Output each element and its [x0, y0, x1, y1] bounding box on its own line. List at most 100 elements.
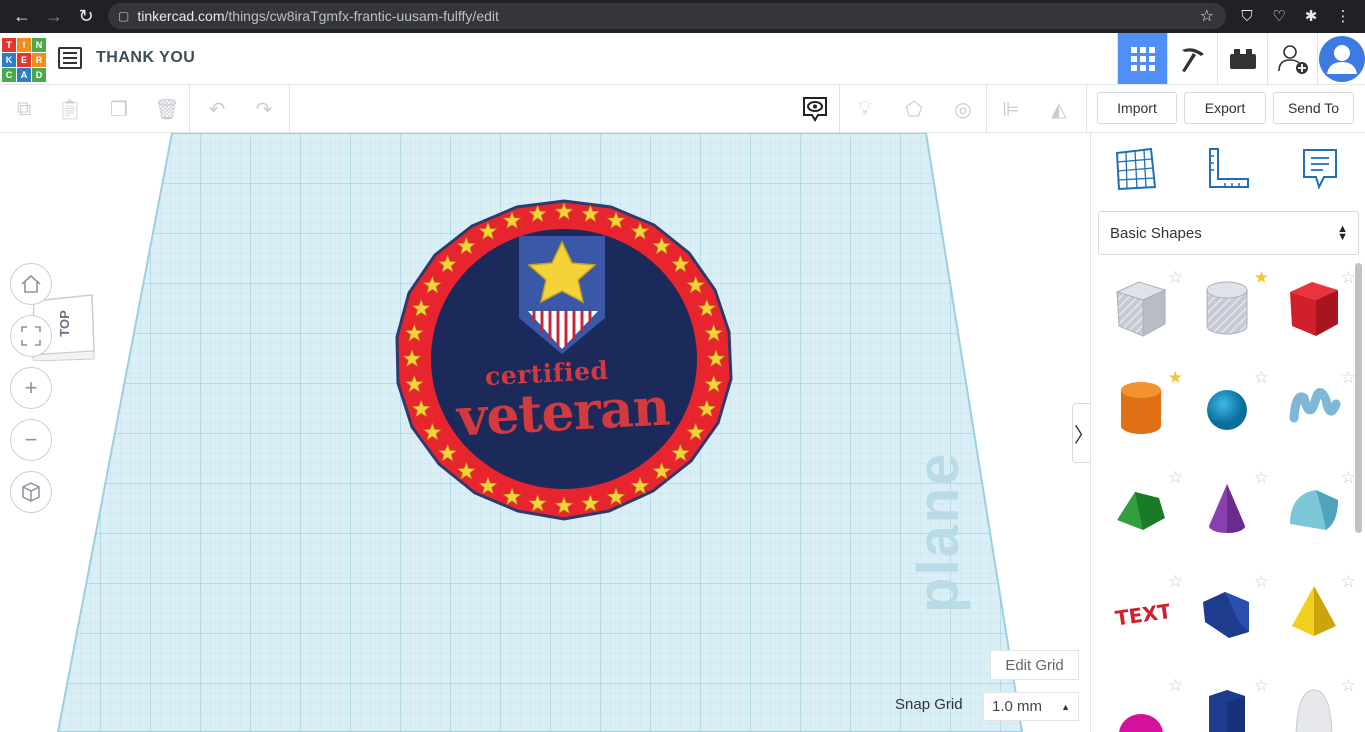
- url-path: /things/cw8iraTgmfx-frantic-uusam-fulffy…: [224, 8, 499, 24]
- workplane-tool-button[interactable]: [1113, 147, 1157, 191]
- ring-star: [411, 399, 431, 418]
- logo-letter: C: [2, 68, 16, 82]
- shape-text[interactable]: TEXT ☆: [1113, 572, 1183, 662]
- tinkercad-logo[interactable]: T I N K E R C A D: [2, 38, 46, 82]
- text-icon: TEXT: [1113, 582, 1174, 647]
- ruler-tool-button[interactable]: [1206, 147, 1250, 191]
- ring-star: [697, 399, 717, 418]
- cone-icon: [1199, 478, 1255, 543]
- notes-tool-button[interactable]: [1298, 147, 1342, 191]
- shape-category-select[interactable]: Basic Shapes ▲ ▼: [1098, 211, 1359, 255]
- logo-letter: A: [17, 68, 31, 82]
- export-button[interactable]: Export: [1184, 92, 1266, 124]
- invite-user-button[interactable]: [1267, 33, 1317, 84]
- shape-pyramid[interactable]: ☆: [1286, 572, 1356, 662]
- shield-extension-icon[interactable]: ⛉: [1236, 5, 1258, 27]
- perspective-toggle-button[interactable]: [10, 471, 52, 513]
- send-to-button[interactable]: Send To: [1273, 92, 1354, 124]
- align-icon[interactable]: ⊫: [998, 96, 1024, 122]
- shape-scribble[interactable]: ☆: [1286, 368, 1356, 458]
- profile-avatar[interactable]: [1317, 33, 1365, 84]
- updown-caret-icon: ▲ ▼: [1337, 223, 1348, 243]
- bookmark-star-icon[interactable]: ☆: [1200, 6, 1214, 26]
- shape-paraboloid[interactable]: ☆: [1286, 676, 1356, 732]
- favorite-star-icon[interactable]: ☆: [1168, 572, 1183, 592]
- import-button[interactable]: Import: [1097, 92, 1177, 124]
- zoom-out-button[interactable]: −: [10, 419, 52, 461]
- toolbar-divider: [189, 85, 190, 133]
- shape-roof[interactable]: ☆: [1113, 468, 1183, 558]
- favorite-star-icon[interactable]: ☆: [1341, 572, 1356, 592]
- sphere-icon: [1199, 378, 1255, 443]
- design-title[interactable]: THANK YOU: [96, 49, 195, 67]
- reload-icon[interactable]: ↻: [72, 2, 100, 30]
- back-icon[interactable]: ←: [8, 2, 36, 30]
- ring-star: [606, 487, 626, 506]
- scribble-icon: [1286, 378, 1342, 443]
- favorite-star-icon[interactable]: ☆: [1341, 368, 1356, 388]
- copy-icon[interactable]: ⧉: [11, 96, 37, 122]
- group-icon[interactable]: ⬠: [901, 96, 927, 122]
- edit-grid-button[interactable]: Edit Grid: [990, 650, 1079, 680]
- forward-icon[interactable]: →: [40, 2, 68, 30]
- shapes-panel: Basic Shapes ▲ ▼ ☆ ★ ☆ ★ ☆ ☆ ☆ ☆ ☆ TEXT ☆ ☆ ☆ ☆ ☆ ☆: [1090, 133, 1365, 732]
- zoom-in-button[interactable]: +: [10, 367, 52, 409]
- shape-wedge[interactable]: ☆: [1199, 572, 1269, 662]
- ring-star: [456, 236, 476, 255]
- box-icon: [1286, 278, 1342, 343]
- paste-icon[interactable]: 📋︎: [57, 96, 83, 122]
- shape-round-roof[interactable]: ☆: [1286, 468, 1356, 558]
- favorite-star-icon[interactable]: ★: [1168, 368, 1183, 388]
- favorite-star-icon[interactable]: ☆: [1168, 268, 1183, 288]
- favorite-star-icon[interactable]: ☆: [1341, 468, 1356, 488]
- grid-view-icon: [1130, 46, 1155, 71]
- notes-toggle-icon[interactable]: [802, 96, 828, 122]
- mirror-icon[interactable]: ◭: [1046, 96, 1072, 122]
- toolbar-divider: [839, 85, 840, 133]
- redo-icon[interactable]: ↷: [251, 96, 277, 122]
- add-user-icon: [1277, 44, 1308, 74]
- lightbulb-icon[interactable]: 💡︎: [852, 96, 878, 122]
- duplicate-icon[interactable]: ❐: [106, 96, 132, 122]
- shape-cone[interactable]: ☆: [1199, 468, 1269, 558]
- polygon-icon: [1199, 686, 1255, 732]
- blocks-view-button[interactable]: [1167, 33, 1217, 84]
- menu-dots-icon[interactable]: ⋮: [1332, 5, 1354, 27]
- address-bar[interactable]: ▢ tinkercad.com/things/cw8iraTgmfx-frant…: [108, 3, 1226, 29]
- favorite-star-icon[interactable]: ☆: [1341, 676, 1356, 696]
- favorite-star-icon[interactable]: ☆: [1341, 268, 1356, 288]
- veteran-badge-model[interactable]: certified veteran: [395, 199, 733, 523]
- fit-view-button[interactable]: [10, 315, 52, 357]
- favorite-star-icon[interactable]: ☆: [1168, 676, 1183, 696]
- favorite-star-icon[interactable]: ★: [1254, 268, 1269, 288]
- shape-sphere[interactable]: ☆: [1199, 368, 1269, 458]
- shape-box[interactable]: ☆: [1286, 268, 1356, 358]
- design-list-icon[interactable]: [58, 47, 82, 69]
- ring-star: [528, 493, 548, 512]
- favorite-star-icon[interactable]: ☆: [1254, 572, 1269, 592]
- ungroup-icon[interactable]: ◎: [950, 96, 976, 122]
- half-sphere-icon: [1113, 686, 1169, 732]
- panel-scrollbar[interactable]: [1355, 263, 1362, 533]
- home-view-button[interactable]: [10, 263, 52, 305]
- shape-half-sphere[interactable]: ☆: [1113, 676, 1183, 732]
- ring-star: [652, 236, 672, 255]
- workplane-canvas[interactable]: plane certified veteran TOP + −: [0, 133, 1090, 732]
- toolbar-divider: [289, 85, 290, 133]
- 3d-design-view-button[interactable]: [1117, 33, 1167, 84]
- favorite-star-icon[interactable]: ☆: [1254, 368, 1269, 388]
- shape-cylinder-hole[interactable]: ★: [1199, 268, 1269, 358]
- snap-grid-select[interactable]: 1.0 mm ▲: [983, 692, 1079, 721]
- shape-box-hole[interactable]: ☆: [1113, 268, 1183, 358]
- delete-icon[interactable]: 🗑︎: [154, 96, 180, 122]
- shape-cylinder[interactable]: ★: [1113, 368, 1183, 458]
- undo-icon[interactable]: ↶: [204, 96, 230, 122]
- heart-extension-icon[interactable]: ♡: [1268, 5, 1290, 27]
- dropdown-caret-icon: ▲: [1061, 701, 1070, 712]
- shape-polygon[interactable]: ☆: [1199, 676, 1269, 732]
- favorite-star-icon[interactable]: ☆: [1254, 468, 1269, 488]
- puzzle-extension-icon[interactable]: ✱: [1300, 5, 1322, 27]
- favorite-star-icon[interactable]: ☆: [1254, 676, 1269, 696]
- bricks-view-button[interactable]: [1217, 33, 1267, 84]
- favorite-star-icon[interactable]: ☆: [1168, 468, 1183, 488]
